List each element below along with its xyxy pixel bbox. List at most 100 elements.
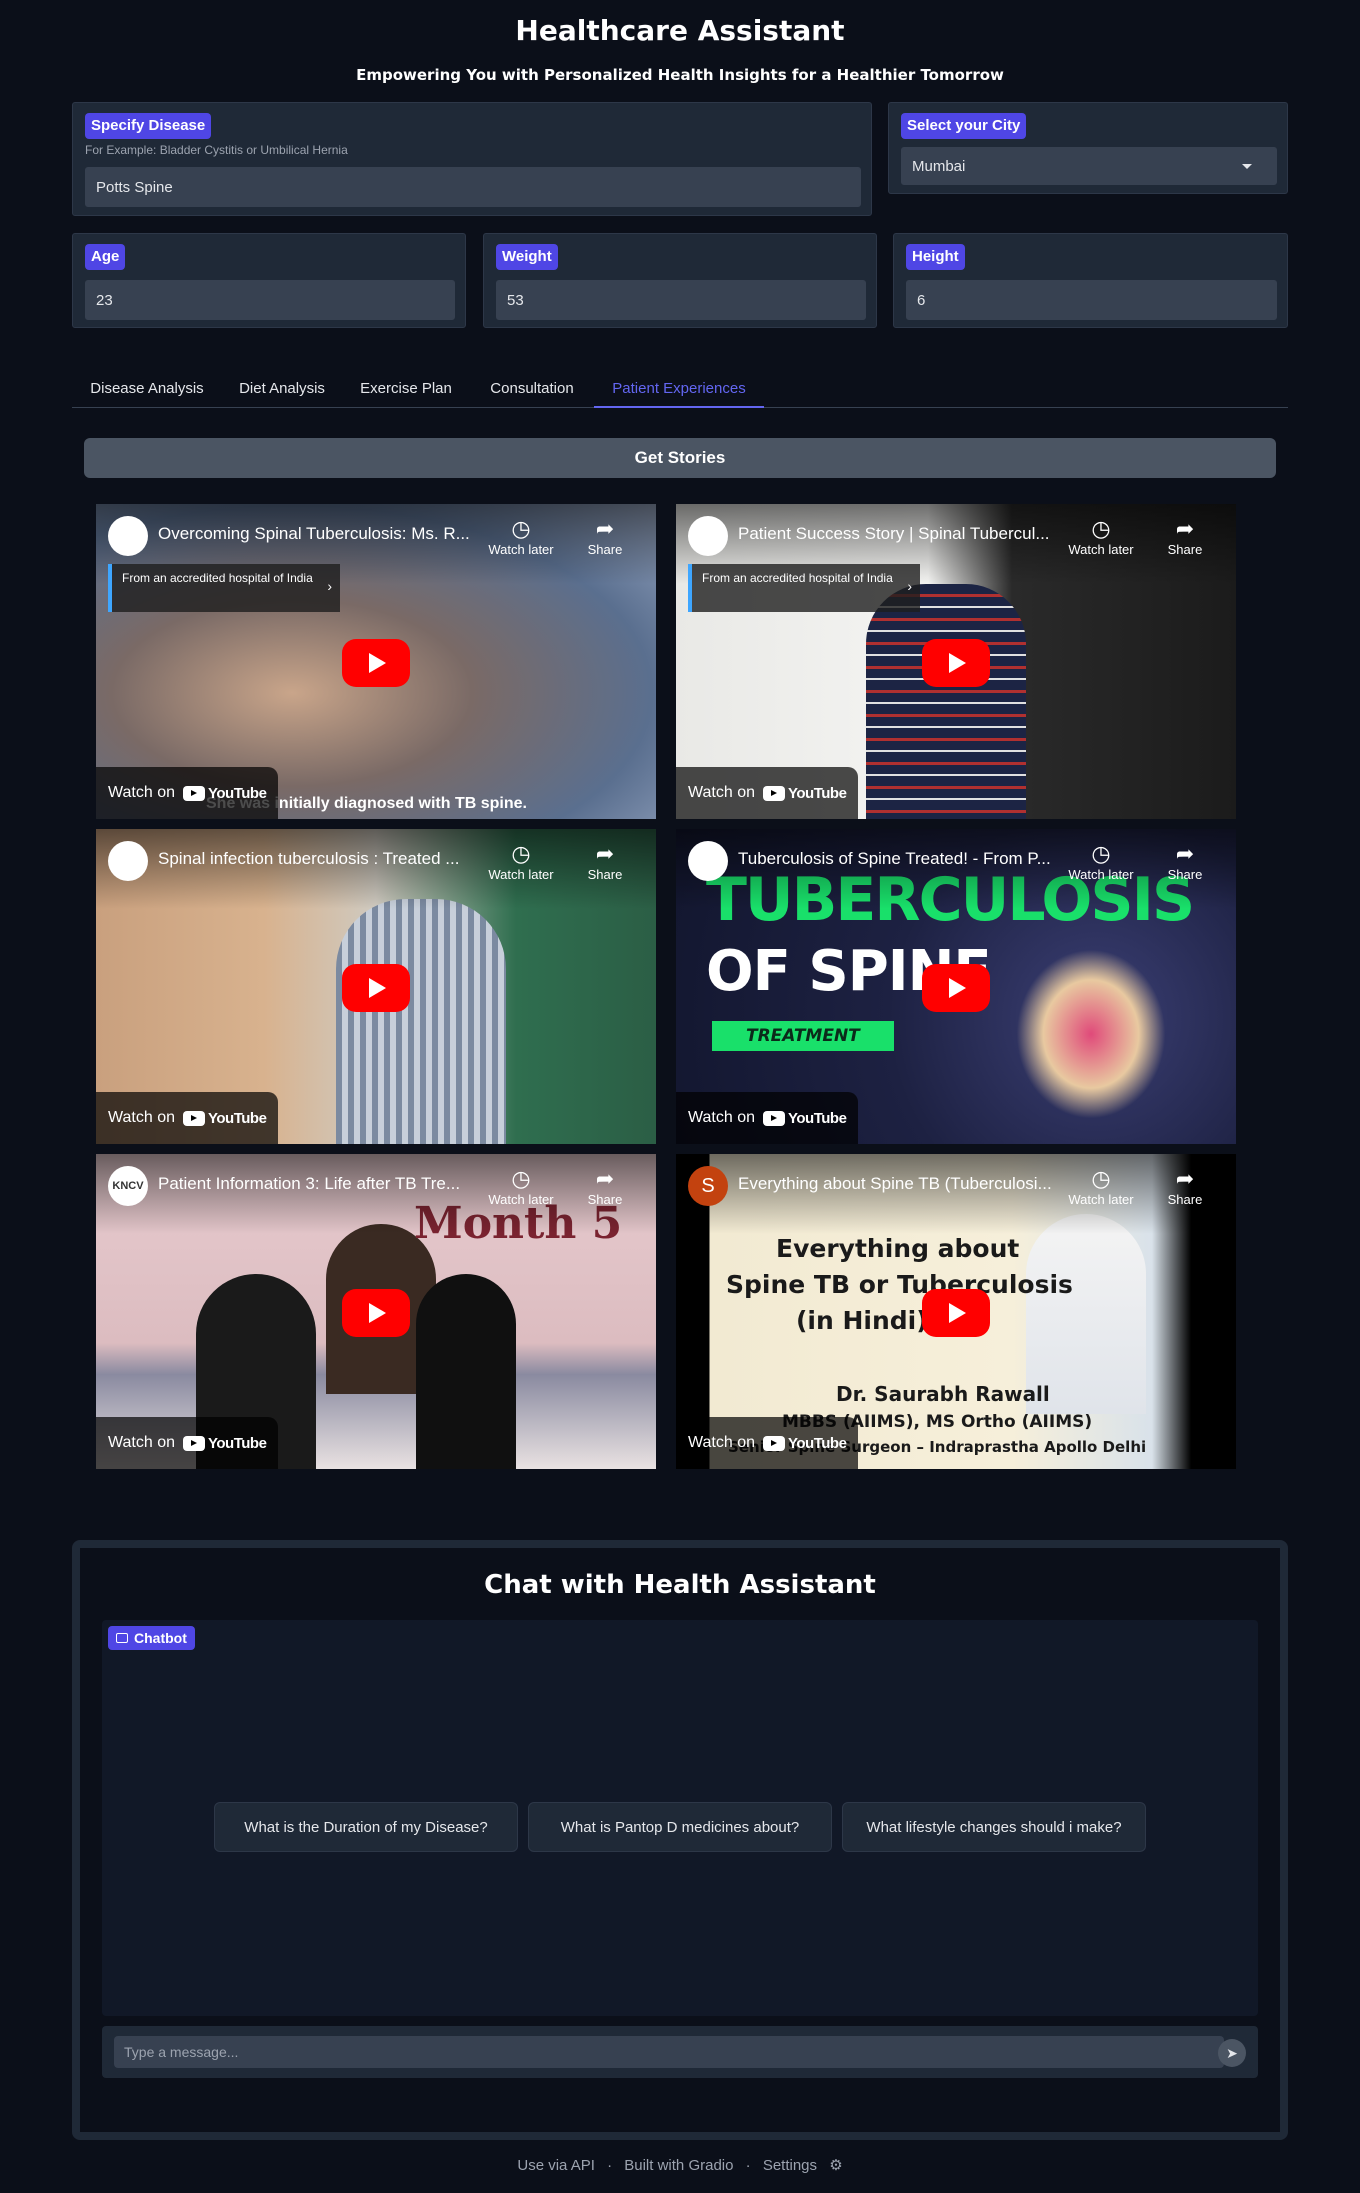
chat-icon [116, 1633, 128, 1643]
send-icon[interactable]: ➤ [1218, 2039, 1246, 2067]
watch-on-youtube-link[interactable]: Watch on YouTube [96, 1092, 279, 1144]
built-with-gradio-link[interactable]: Built with Gradio [624, 2157, 733, 2174]
watch-later-button[interactable]: ◷ Watch later [486, 841, 556, 882]
watch-on-youtube-link[interactable]: Watch on YouTube [676, 1092, 859, 1144]
separator: · [745, 2157, 751, 2174]
watch-later-button[interactable]: ◷ Watch later [486, 1166, 556, 1207]
weight-input[interactable]: 53 [496, 280, 866, 320]
clock-icon: ◷ [1091, 516, 1111, 541]
city-dropdown[interactable]: Mumbai [901, 147, 1277, 185]
page-title: Healthcare Assistant [515, 14, 845, 47]
disease-input[interactable]: Potts Spine [85, 167, 861, 207]
tab-exercise-plan[interactable]: Exercise Plan [342, 370, 470, 408]
video-title[interactable]: Tuberculosis of Spine Treated! - From P.… [738, 849, 1068, 869]
video-embed[interactable]: Month 5 KNCV Patient Information 3: Life… [96, 1154, 656, 1469]
share-icon: ➦ [1175, 841, 1195, 866]
example-prompt-button[interactable]: What is the Duration of my Disease? [214, 1802, 518, 1852]
share-button[interactable]: ➦ Share [1150, 516, 1220, 557]
age-panel: Age 23 [72, 233, 466, 328]
watch-later-button[interactable]: ◷ Watch later [1066, 841, 1136, 882]
chatbot-label: Chatbot [108, 1626, 195, 1650]
tab-consultation[interactable]: Consultation [470, 370, 594, 408]
disease-label: Specify Disease [85, 113, 212, 139]
video-title[interactable]: Patient Success Story | Spinal Tubercul.… [738, 524, 1068, 544]
channel-avatar [108, 516, 148, 556]
chevron-right-icon: › [907, 578, 912, 594]
youtube-logo-icon: YouTube [763, 1435, 847, 1452]
channel-avatar [108, 841, 148, 881]
watch-on-youtube-link[interactable]: Watch on YouTube [676, 767, 859, 819]
chevron-down-icon [1242, 164, 1252, 169]
video-embed[interactable]: TUBERCULOSIS OF SPINE TREATMENT Tubercul… [676, 829, 1236, 1144]
video-embed[interactable]: Spinal infection tuberculosis : Treated … [96, 829, 656, 1144]
example-prompt-button[interactable]: What is Pantop D medicines about? [528, 1802, 832, 1852]
tab-diet-analysis[interactable]: Diet Analysis [222, 370, 342, 408]
message-row: ➤ [102, 2026, 1258, 2078]
video-embed[interactable]: Patient Success Story | Spinal Tubercul.… [676, 504, 1236, 819]
video-embed[interactable]: Overcoming Spinal Tuberculosis: Ms. R...… [96, 504, 656, 819]
play-button-icon[interactable] [342, 1289, 410, 1337]
video-title[interactable]: Spinal infection tuberculosis : Treated … [158, 849, 488, 869]
channel-avatar [688, 516, 728, 556]
watch-on-youtube-link[interactable]: Watch on YouTube [96, 1417, 279, 1469]
share-button[interactable]: ➦ Share [1150, 1166, 1220, 1207]
tab-bar: Disease Analysis Diet Analysis Exercise … [72, 370, 1288, 408]
tab-disease-analysis[interactable]: Disease Analysis [72, 370, 222, 408]
video-title[interactable]: Patient Information 3: Life after TB Tre… [158, 1174, 488, 1194]
youtube-logo-icon: YouTube [183, 1435, 267, 1452]
accredited-info-panel[interactable]: From an accredited hospital of India › [108, 564, 340, 612]
disease-hint: For Example: Bladder Cystitis or Umbilic… [85, 143, 348, 157]
message-input[interactable] [114, 2036, 1224, 2068]
settings-link[interactable]: Settings [763, 2157, 817, 2174]
tab-patient-experiences[interactable]: Patient Experiences [594, 370, 764, 408]
watch-on-youtube-link[interactable]: Watch on YouTube [676, 1417, 859, 1469]
share-icon: ➦ [595, 516, 615, 541]
height-input[interactable]: 6 [906, 280, 1277, 320]
youtube-logo-icon: YouTube [763, 1110, 847, 1127]
chat-section: Chat with Health Assistant Chatbot What … [72, 1540, 1288, 2140]
chat-title: Chat with Health Assistant [484, 1570, 876, 1600]
use-via-api-link[interactable]: Use via API [517, 2157, 595, 2174]
share-button[interactable]: ➦ Share [570, 516, 640, 557]
play-button-icon[interactable] [342, 964, 410, 1012]
share-icon: ➦ [595, 841, 615, 866]
page-subtitle: Empowering You with Personalized Health … [356, 66, 1004, 84]
watch-on-youtube-link[interactable]: Watch on YouTube [96, 767, 279, 819]
get-stories-button[interactable]: Get Stories [84, 438, 1276, 478]
video-title[interactable]: Everything about Spine TB (Tuberculosi..… [738, 1174, 1068, 1194]
video-embed[interactable]: Everything about Spine TB or Tuberculosi… [676, 1154, 1236, 1469]
thumbnail-text-4: Dr. Saurabh Rawall [836, 1382, 1050, 1406]
city-value: Mumbai [912, 157, 966, 175]
play-button-icon[interactable] [922, 964, 990, 1012]
age-input[interactable]: 23 [85, 280, 455, 320]
watch-later-button[interactable]: ◷ Watch later [1066, 516, 1136, 557]
video-title[interactable]: Overcoming Spinal Tuberculosis: Ms. R... [158, 524, 488, 544]
example-prompt-button[interactable]: What lifestyle changes should i make? [842, 1802, 1146, 1852]
age-label: Age [85, 244, 126, 270]
share-icon: ➦ [1175, 1166, 1195, 1191]
watch-later-button[interactable]: ◷ Watch later [486, 516, 556, 557]
thumbnail-tag: TREATMENT [712, 1021, 894, 1051]
height-panel: Height 6 [893, 233, 1288, 328]
chevron-right-icon: › [327, 578, 332, 594]
play-button-icon[interactable] [922, 1289, 990, 1337]
chatbot-panel: Chatbot What is the Duration of my Disea… [102, 1620, 1258, 2016]
footer: Use via API · Built with Gradio · Settin… [0, 2156, 1360, 2174]
disease-panel: Specify Disease For Example: Bladder Cys… [72, 102, 872, 216]
watch-later-button[interactable]: ◷ Watch later [1066, 1166, 1136, 1207]
weight-panel: Weight 53 [483, 233, 877, 328]
height-label: Height [906, 244, 965, 270]
clock-icon: ◷ [511, 516, 531, 541]
clock-icon: ◷ [511, 841, 531, 866]
youtube-logo-icon: YouTube [183, 785, 267, 802]
clock-icon: ◷ [1091, 841, 1111, 866]
play-button-icon[interactable] [342, 639, 410, 687]
youtube-logo-icon: YouTube [763, 785, 847, 802]
share-button[interactable]: ➦ Share [1150, 841, 1220, 882]
channel-avatar: S [688, 1166, 728, 1206]
share-button[interactable]: ➦ Share [570, 841, 640, 882]
play-button-icon[interactable] [922, 639, 990, 687]
accredited-info-panel[interactable]: From an accredited hospital of India › [688, 564, 920, 612]
gear-icon: ⚙ [829, 2157, 843, 2174]
share-button[interactable]: ➦ Share [570, 1166, 640, 1207]
